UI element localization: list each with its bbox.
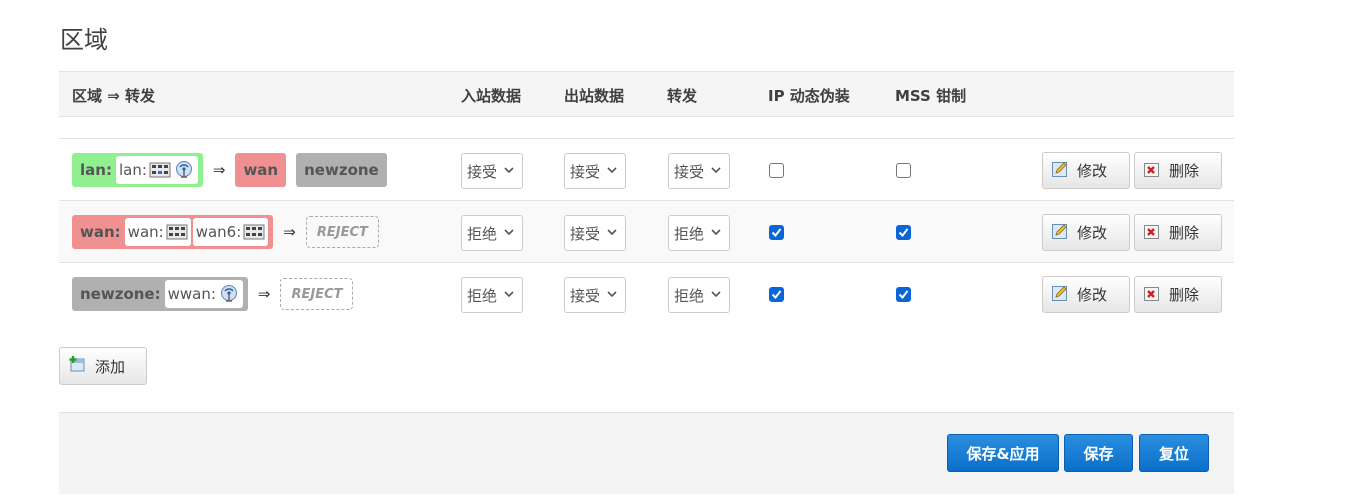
- reject-badge: REJECT: [280, 278, 354, 310]
- forward-policy-select[interactable]: 接受: [668, 153, 730, 189]
- forward-arrow: ⇒: [212, 161, 226, 179]
- reset-button[interactable]: 复位: [1139, 434, 1209, 472]
- edit-button[interactable]: 修改: [1042, 276, 1130, 313]
- edit-icon: [1051, 222, 1069, 244]
- ethernet-port-icon: [243, 222, 265, 242]
- delete-button[interactable]: 删除: [1134, 214, 1222, 251]
- network-tag: wan6:: [192, 218, 269, 246]
- edit-label: 修改: [1077, 162, 1108, 180]
- network-label: wan6:: [195, 223, 242, 241]
- zone-name: newzone:: [80, 285, 161, 303]
- forward-arrow: ⇒: [283, 223, 296, 241]
- ethernet-port-icon: [166, 222, 188, 242]
- edit-button[interactable]: 修改: [1042, 214, 1130, 251]
- input-policy-select[interactable]: 接受: [461, 153, 523, 189]
- page-footer: 保存&应用 保存 复位: [59, 412, 1234, 494]
- forward-policy-select-value: 接受: [674, 162, 705, 181]
- edit-icon: [1051, 160, 1069, 182]
- add-zone-button[interactable]: 添加: [59, 347, 147, 385]
- header-forward: 转发: [667, 87, 698, 105]
- forward-policy-select[interactable]: 拒绝: [668, 277, 730, 313]
- table-header: 区域 ⇒ 转发 入站数据 出站数据 转发 IP 动态伪装 MSS 钳制: [59, 71, 1234, 117]
- network-label: wwan:: [167, 285, 216, 303]
- edit-label: 修改: [1077, 286, 1108, 304]
- mss-checkbox[interactable]: [896, 287, 911, 302]
- mss-checkbox[interactable]: [896, 163, 911, 178]
- save-button[interactable]: 保存: [1064, 434, 1133, 472]
- table-row: lan: lan: ⇒ wan newzone 接受 接受 接受 修改 删除: [59, 139, 1234, 201]
- forward-policy-select-value: 拒绝: [674, 224, 705, 243]
- save-apply-button[interactable]: 保存&应用: [947, 434, 1059, 472]
- header-masq: IP 动态伪装: [768, 87, 850, 105]
- page-title: 区域: [60, 26, 108, 54]
- add-label: 添加: [95, 357, 126, 376]
- delete-button[interactable]: 删除: [1134, 152, 1222, 189]
- input-policy-select[interactable]: 拒绝: [461, 215, 523, 251]
- zone-badge[interactable]: lan: lan:: [72, 153, 203, 187]
- table-row: wan: wan: wan6: ⇒ REJECT 拒绝 接受 拒绝 修改 删除: [59, 201, 1234, 263]
- delete-icon: [1143, 284, 1161, 306]
- header-output: 出站数据: [564, 87, 625, 105]
- header-zone-forward: 区域 ⇒ 转发: [72, 87, 156, 105]
- zones-table: 区域 ⇒ 转发 入站数据 出站数据 转发 IP 动态伪装 MSS 钳制 lan:…: [59, 71, 1234, 325]
- delete-label: 删除: [1169, 286, 1200, 304]
- network-label: lan:: [118, 161, 147, 179]
- input-policy-select-value: 拒绝: [467, 224, 498, 243]
- delete-label: 删除: [1169, 162, 1200, 180]
- masq-checkbox[interactable]: [769, 287, 784, 302]
- delete-label: 删除: [1169, 224, 1200, 242]
- masq-checkbox[interactable]: [769, 163, 784, 178]
- output-policy-select[interactable]: 接受: [564, 215, 626, 251]
- zone-forward-cell: wan: wan: wan6: ⇒ REJECT: [72, 214, 379, 250]
- output-policy-select-value: 接受: [570, 286, 601, 305]
- output-policy-select-value: 接受: [570, 224, 601, 243]
- table-row: newzone: wwan: ⇒ REJECT 拒绝 接受 拒绝 修改 删除: [59, 263, 1234, 325]
- network-tag: wan:: [124, 218, 191, 246]
- forward-arrow: ⇒: [257, 285, 271, 303]
- forward-zone-badge: wan: [235, 153, 287, 187]
- delete-button[interactable]: 删除: [1134, 276, 1222, 313]
- ethernet-switch-icon: [149, 160, 171, 180]
- input-policy-select[interactable]: 拒绝: [461, 277, 523, 313]
- network-label: wan:: [127, 223, 164, 241]
- delete-icon: [1143, 160, 1161, 182]
- zone-badge[interactable]: newzone: wwan:: [72, 277, 248, 311]
- forward-policy-select-value: 拒绝: [674, 286, 705, 305]
- wifi-antenna-icon: [218, 284, 240, 304]
- edit-icon: [1051, 284, 1069, 306]
- network-tag: wwan:: [164, 280, 243, 308]
- zone-forward-cell: lan: lan: ⇒ wan newzone: [72, 152, 387, 188]
- zone-name: lan:: [80, 161, 112, 179]
- header-input: 入站数据: [461, 87, 522, 105]
- zone-badge[interactable]: wan: wan: wan6:: [72, 215, 274, 249]
- reject-badge: REJECT: [305, 216, 379, 248]
- input-policy-select-value: 接受: [467, 162, 498, 181]
- forward-zone-badge: newzone: [296, 153, 387, 187]
- network-tag: lan:: [115, 156, 198, 184]
- edit-label: 修改: [1077, 224, 1108, 242]
- output-policy-select[interactable]: 接受: [564, 153, 626, 189]
- forward-policy-select[interactable]: 拒绝: [668, 215, 730, 251]
- output-policy-select-value: 接受: [570, 162, 601, 181]
- delete-icon: [1143, 222, 1161, 244]
- wifi-antenna-icon: [173, 160, 195, 180]
- zone-name: wan:: [80, 223, 121, 241]
- add-icon: [69, 355, 87, 377]
- zone-forward-cell: newzone: wwan: ⇒ REJECT: [72, 276, 354, 312]
- header-mss: MSS 钳制: [895, 87, 967, 105]
- masq-checkbox[interactable]: [769, 225, 784, 240]
- output-policy-select[interactable]: 接受: [564, 277, 626, 313]
- mss-checkbox[interactable]: [896, 225, 911, 240]
- input-policy-select-value: 拒绝: [467, 286, 498, 305]
- edit-button[interactable]: 修改: [1042, 152, 1130, 189]
- table-spacer: [59, 117, 1234, 139]
